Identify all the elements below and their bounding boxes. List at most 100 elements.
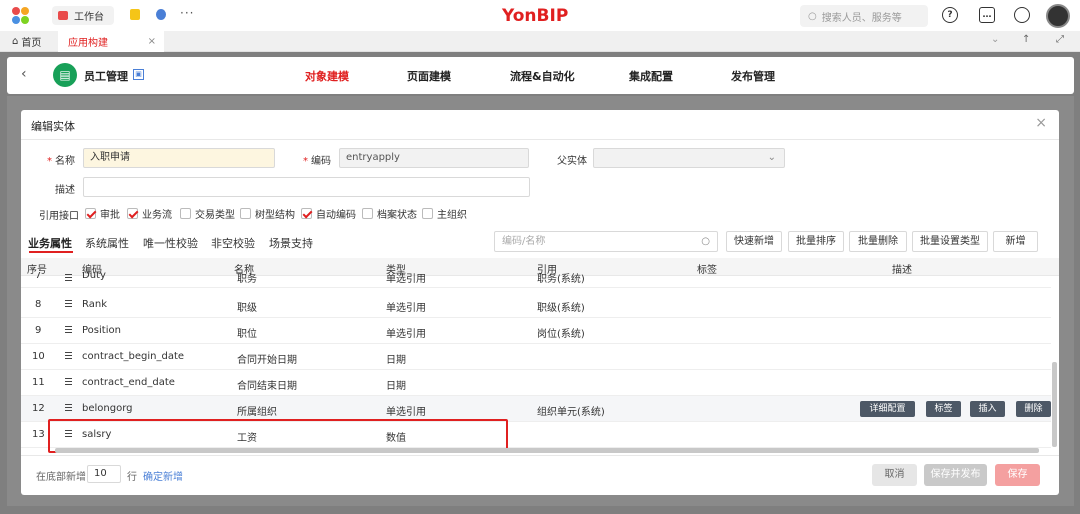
nav-integration[interactable]: 集成配置	[629, 68, 673, 84]
nav-flow-automation[interactable]: 流程&自动化	[510, 68, 575, 84]
row-no: 8	[35, 299, 42, 310]
row-name: 合同开始日期	[237, 355, 297, 366]
row-type: 单选引用	[386, 329, 426, 340]
field-search-placeholder: 编码/名称	[502, 236, 546, 247]
table-row[interactable]: 7 Duty 职务 单选引用 职务(系统)	[21, 272, 1051, 288]
table-row[interactable]: 8 Rank 职级 单选引用 职级(系统)	[21, 292, 1051, 318]
checkbox-approve[interactable]: 审批	[85, 206, 120, 221]
parent-label: 父实体	[557, 156, 587, 167]
tab-system-attrs[interactable]: 系统属性	[85, 235, 129, 251]
row-name: 所属组织	[237, 407, 277, 418]
row-name: 职位	[237, 329, 257, 340]
row-type: 日期	[386, 355, 406, 366]
note-icon[interactable]	[130, 9, 140, 20]
row-type: 日期	[386, 381, 406, 392]
chevron-down-icon: ⌄	[767, 152, 776, 163]
interface-label: 引用接口	[39, 211, 79, 222]
checkbox-trade-type[interactable]: 交易类型	[180, 206, 235, 221]
back-icon[interactable]: ‹	[21, 66, 27, 82]
batch-set-type-button[interactable]: 批量设置类型	[912, 231, 988, 252]
close-tab-icon[interactable]: ×	[148, 36, 156, 47]
active-tab-indicator	[29, 251, 73, 253]
tab-home[interactable]: ⌂ 首页	[12, 31, 58, 52]
detail-config-button[interactable]: 详细配置	[860, 401, 915, 417]
feather-icon[interactable]	[156, 9, 166, 20]
nav-object-modeling[interactable]: 对象建模	[305, 68, 349, 84]
confirm-add-link[interactable]: 确定新增	[143, 468, 183, 483]
horizontal-scrollbar[interactable]	[55, 448, 1039, 453]
checkbox-tree[interactable]: 树型结构	[240, 206, 295, 221]
row-no: 11	[32, 377, 45, 388]
more-icon[interactable]: ···	[180, 6, 194, 20]
headset-icon[interactable]	[1014, 7, 1030, 23]
vertical-scrollbar[interactable]	[1052, 362, 1057, 447]
row-code: contract_end_date	[82, 377, 175, 388]
fullscreen-icon[interactable]: ⤢	[1056, 34, 1064, 45]
row-ref: 岗位(系统)	[537, 329, 585, 340]
insert-button[interactable]: 插入	[970, 401, 1005, 417]
tag-button[interactable]: 标签	[926, 401, 961, 417]
tab-scene-support[interactable]: 场景支持	[269, 235, 313, 251]
name-input[interactable]: 入职申请	[83, 148, 275, 168]
global-search[interactable]: ○ 搜索人员、服务等	[800, 5, 928, 27]
drag-handle-icon[interactable]	[65, 404, 72, 411]
close-icon[interactable]: ×	[1035, 115, 1047, 131]
code-input[interactable]: entryapply	[339, 148, 529, 168]
avatar[interactable]	[1046, 4, 1070, 28]
drag-handle-icon[interactable]	[65, 300, 72, 307]
upload-icon[interactable]: ↑	[1022, 34, 1030, 45]
tab-unique-check[interactable]: 唯一性校验	[143, 235, 198, 251]
row-no: 7	[35, 272, 42, 281]
row-type: 单选引用	[386, 274, 426, 285]
divider	[21, 139, 1059, 140]
table-row[interactable]: 11 contract_end_date 合同结束日期 日期	[21, 370, 1051, 396]
add-count-input[interactable]: 10	[87, 465, 121, 483]
drag-handle-icon[interactable]	[65, 326, 72, 333]
desc-input[interactable]	[83, 177, 530, 197]
tab-app-build[interactable]: 应用构建 ×	[58, 31, 164, 52]
row-code: belongorg	[82, 403, 133, 414]
search-icon: ○	[701, 236, 710, 247]
drag-handle-icon[interactable]	[65, 378, 72, 385]
checkbox-main-org[interactable]: 主组织	[422, 206, 467, 221]
add-button[interactable]: 新增	[993, 231, 1038, 252]
row-no: 12	[32, 403, 45, 414]
dialog-title: 编辑实体	[31, 120, 75, 133]
quick-add-button[interactable]: 快速新增	[726, 231, 782, 252]
chevron-down-icon[interactable]: ⌄	[991, 34, 999, 45]
checkbox-autocode[interactable]: 自动编码	[301, 206, 356, 221]
field-search-input[interactable]: 编码/名称 ○	[494, 231, 718, 252]
batch-sort-button[interactable]: 批量排序	[788, 231, 844, 252]
checkbox-archive-status[interactable]: 档案状态	[362, 206, 417, 221]
table-row[interactable]: 10 contract_begin_date 合同开始日期 日期	[21, 344, 1051, 370]
app-icon: ▤	[53, 63, 77, 87]
tab-business-attrs[interactable]: 业务属性	[28, 235, 72, 251]
cancel-button[interactable]: 取消	[872, 464, 917, 486]
row-name: 合同结束日期	[237, 381, 297, 392]
drag-handle-icon[interactable]	[65, 352, 72, 359]
row-no: 13	[32, 429, 45, 440]
drag-handle-icon[interactable]	[65, 274, 72, 281]
nav-page-modeling[interactable]: 页面建模	[407, 68, 451, 84]
name-label: * 名称	[47, 156, 75, 167]
message-icon[interactable]: …	[979, 7, 995, 23]
parent-select[interactable]: ⌄	[593, 148, 785, 168]
help-icon[interactable]: ?	[942, 7, 958, 23]
row-ref: 职级(系统)	[537, 303, 585, 314]
batch-delete-button[interactable]: 批量删除	[849, 231, 907, 252]
nav-publish[interactable]: 发布管理	[731, 68, 775, 84]
delete-button[interactable]: 删除	[1016, 401, 1051, 417]
save-publish-button[interactable]: 保存并发布	[924, 464, 987, 486]
tab-notnull-check[interactable]: 非空校验	[211, 235, 255, 251]
divider	[21, 455, 1059, 456]
tab-home-label: 首页	[21, 38, 42, 49]
edit-entity-dialog: 编辑实体 × * 名称 入职申请 * 编码 entryapply 父实体 ⌄ 描述 …	[21, 110, 1059, 495]
workbench-tab[interactable]: 工作台	[52, 6, 114, 25]
checkbox-bizflow[interactable]: 业务流	[127, 206, 172, 221]
row-code: Duty	[82, 272, 106, 281]
save-button[interactable]: 保存	[995, 464, 1040, 486]
app-launcher-icon[interactable]	[12, 7, 30, 25]
table-row[interactable]: 9 Position 职位 单选引用 岗位(系统)	[21, 318, 1051, 344]
row-no: 9	[35, 325, 42, 336]
row-ref: 职务(系统)	[537, 274, 585, 285]
